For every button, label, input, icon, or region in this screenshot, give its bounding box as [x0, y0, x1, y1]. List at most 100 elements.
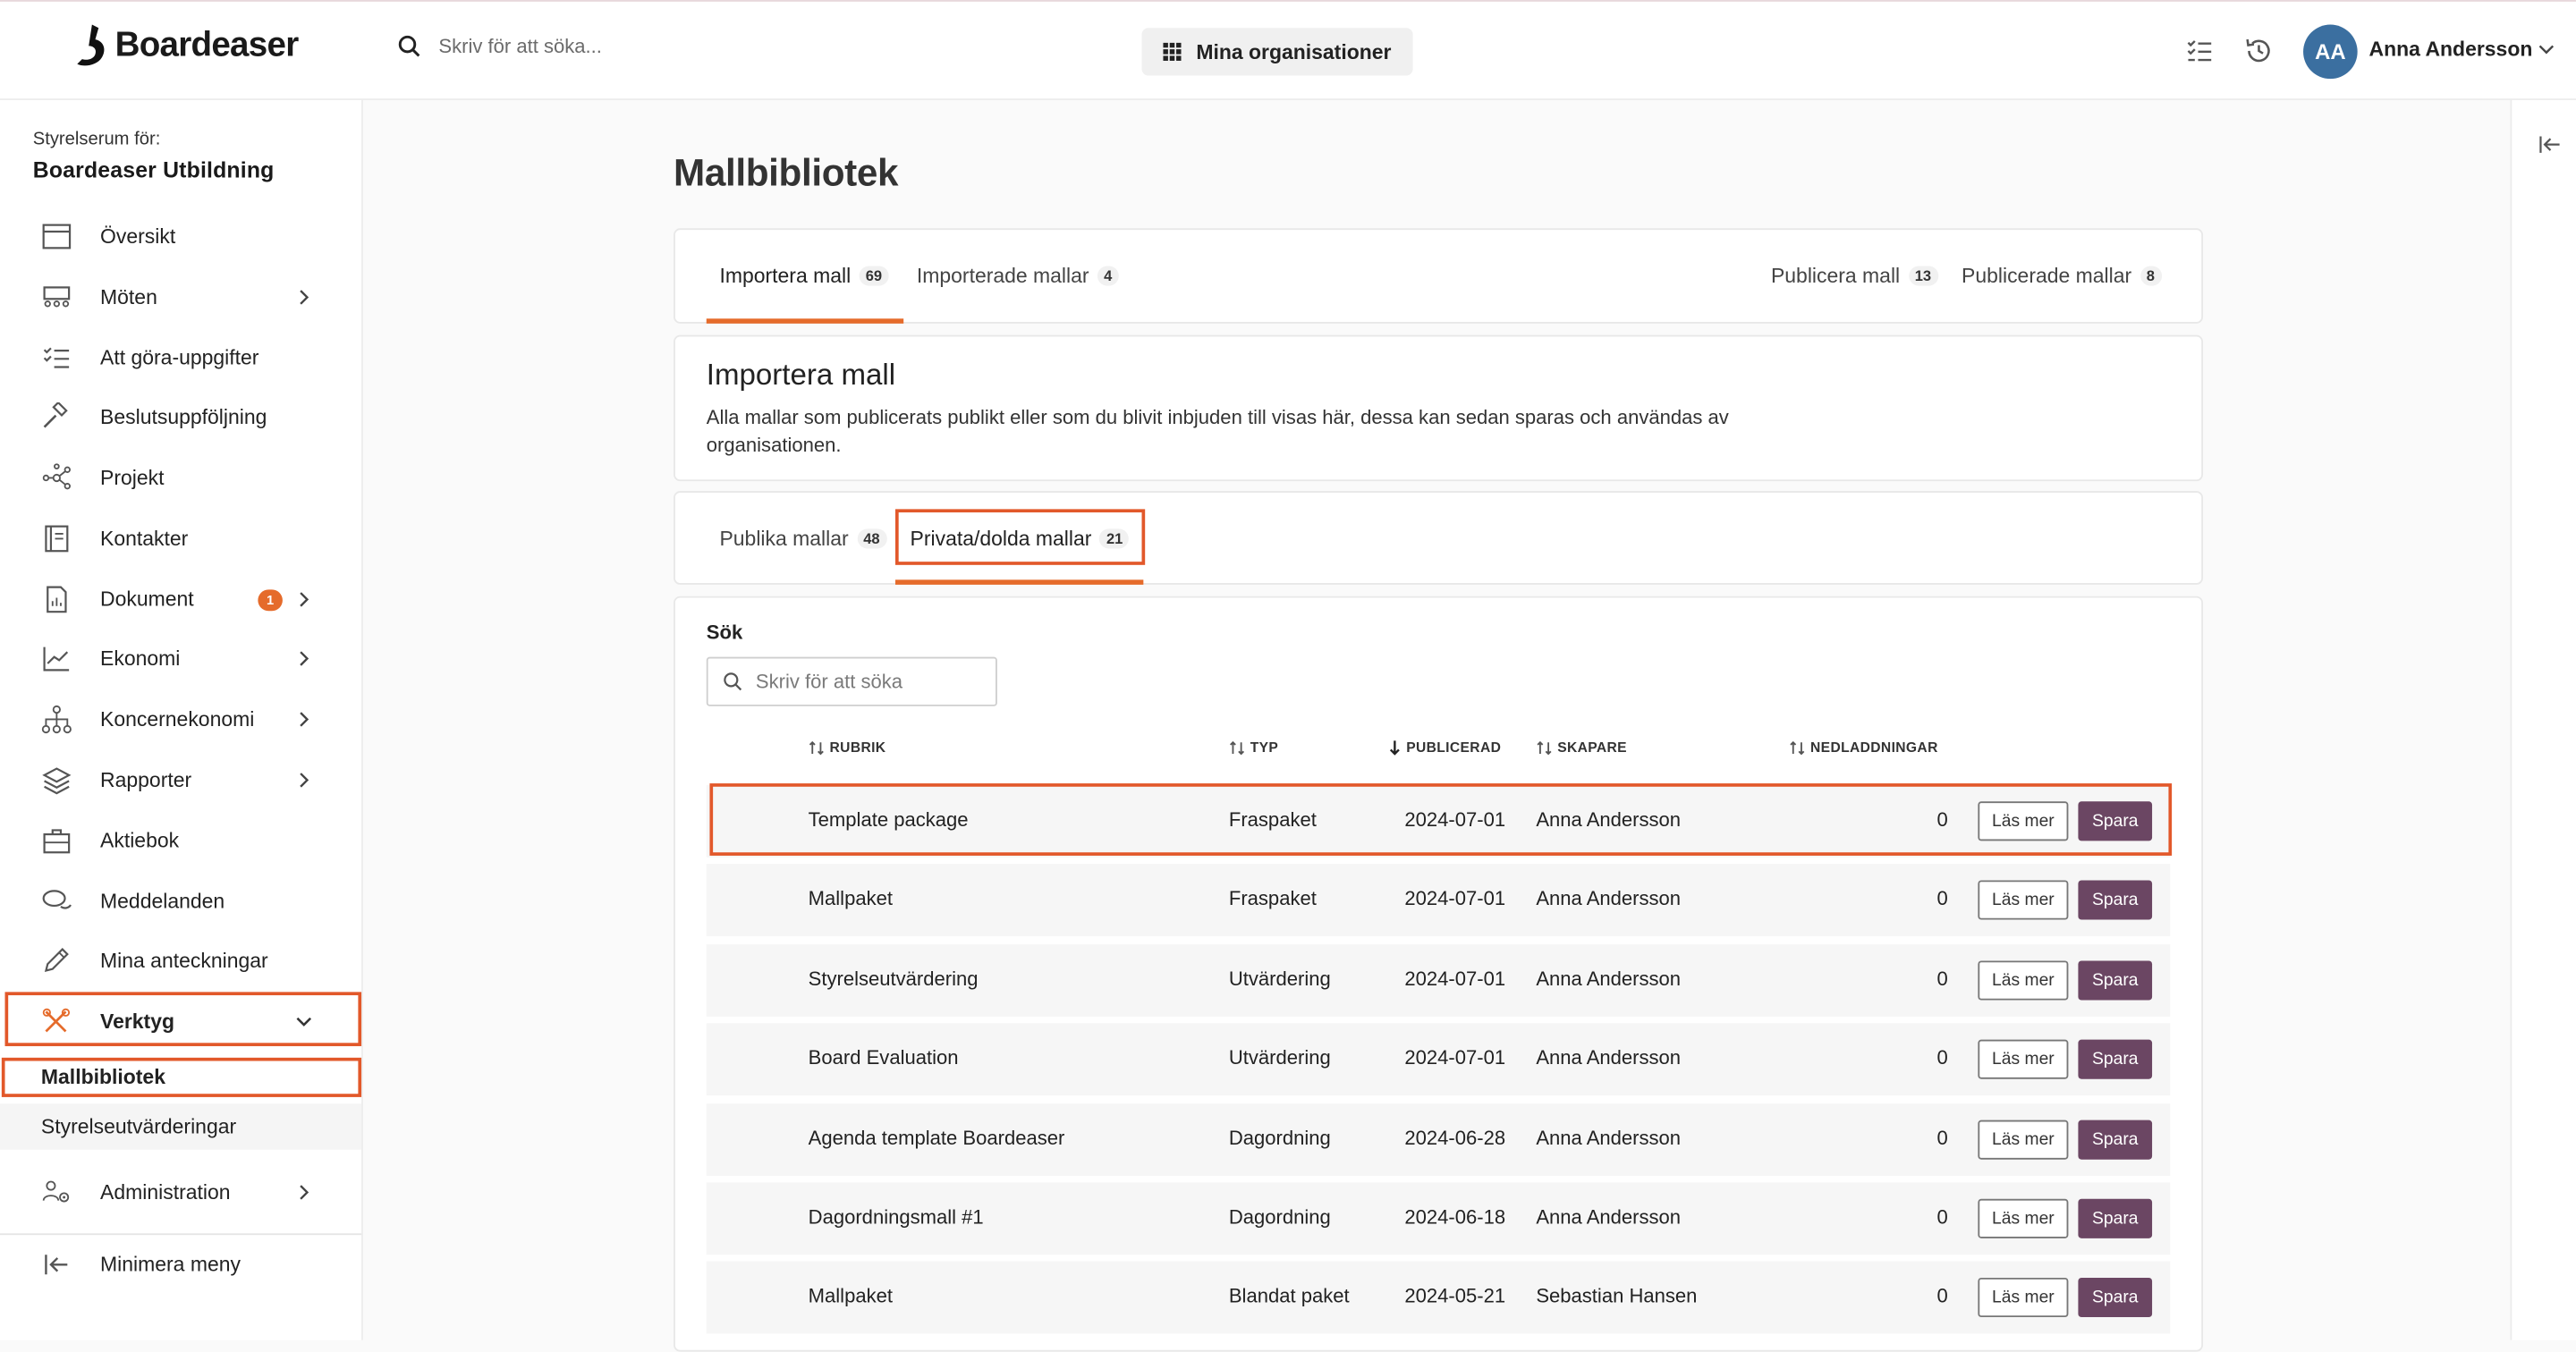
sidebar-item-rapporter[interactable]: Rapporter [0, 750, 361, 809]
cell-title: Styrelseutvärdering [808, 967, 979, 991]
read-more-button[interactable]: Läs mer [1978, 1198, 2069, 1238]
tab-publicera-mall[interactable]: Publicera mall 13 [1771, 230, 1938, 322]
sort-icon [1537, 739, 1552, 755]
chevron-down-icon[interactable] [2537, 39, 2556, 59]
chevron-right-icon [300, 773, 309, 788]
sidebar-item-dokument[interactable]: Dokument 1 [0, 570, 361, 629]
cell-type: Fraspaket [1228, 886, 1317, 910]
table-row: Dagordningsmall #1 Dagordning 2024-06-18 An… [706, 1182, 2171, 1255]
sidebar-item-meddelanden[interactable]: Meddelanden [0, 872, 361, 931]
chevron-right-icon [300, 1185, 309, 1200]
cell-downloads: 0 [1936, 1126, 1948, 1150]
column-header-skapare[interactable]: SKAPARE [1536, 739, 1627, 756]
highlight-box-mallbibliotek [1, 1057, 362, 1097]
logo-text: Boardeaser [114, 26, 300, 64]
sidebar-item-beslutsuppfoljning[interactable]: Beslutsuppföljning [0, 387, 361, 446]
cell-creator: Anna Andersson [1536, 1126, 1682, 1150]
tab-importerade-mallar[interactable]: Importerade mallar 4 [917, 230, 1119, 322]
save-button[interactable]: Spara [2078, 1198, 2153, 1238]
top-bar: Boardeaser Skriv för att söka... Mina or… [0, 0, 2576, 101]
tab-count: 48 [856, 528, 886, 548]
calendar-icon [42, 224, 72, 249]
save-button[interactable]: Spara [2078, 1277, 2153, 1318]
column-header-nedladdningar[interactable]: NEDLADDNINGAR [1789, 739, 1938, 756]
sub-tabs: Publika mallar 48 Privata/dolda mallar 2… [674, 491, 2204, 585]
read-more-button[interactable]: Läs mer [1978, 1120, 2069, 1160]
sidebar-item-label: Möten [100, 285, 157, 309]
logo[interactable]: Boardeaser [72, 23, 299, 69]
layers-icon [42, 767, 72, 795]
sidebar-subitem-styrelseutvarderingar[interactable]: Styrelseutvärderingar [0, 1103, 362, 1150]
document-icon [47, 586, 67, 613]
hierarchy-icon [41, 705, 72, 734]
read-more-button[interactable]: Läs mer [1978, 960, 2069, 1001]
task-list-icon[interactable] [2185, 36, 2215, 65]
global-search-input[interactable]: Skriv för att söka... [438, 35, 602, 58]
read-more-button[interactable]: Läs mer [1978, 880, 2069, 920]
sidebar-item-projekt[interactable]: Projekt [0, 448, 361, 507]
sidebar-item-kontakter[interactable]: Kontakter [0, 509, 361, 568]
table-row: Agenda template Boardeaser Dagordning 2024… [706, 1103, 2171, 1177]
cell-creator: Anna Andersson [1536, 1045, 1682, 1069]
sort-descending-icon [1389, 740, 1400, 756]
history-icon[interactable] [2244, 36, 2274, 65]
cell-published: 2024-07-01 [1404, 967, 1506, 991]
sidebar-item-mina-anteckningar[interactable]: Mina anteckningar [0, 931, 361, 990]
notification-badge: 1 [258, 589, 283, 612]
my-organisations-button[interactable]: Mina organisationer [1141, 28, 1413, 76]
sidebar-item-moten[interactable]: Möten [0, 267, 361, 326]
tab-count: 4 [1097, 266, 1119, 286]
save-button[interactable]: Spara [2078, 960, 2153, 1001]
tab-label: Publika mallar [719, 526, 849, 550]
cell-downloads: 0 [1936, 1205, 1948, 1229]
section-description: Alla mallar som publicerats publikt elle… [706, 405, 1729, 457]
save-button[interactable]: Spara [2078, 1120, 2153, 1160]
sidebar-item-label: Rapporter [100, 768, 192, 792]
tab-publicerade-mallar[interactable]: Publicerade mallar 8 [1962, 230, 2162, 322]
sidebar-item-oversikt[interactable]: Översikt [0, 207, 361, 266]
sidebar-item-aktiebok[interactable]: Aktiebok [0, 811, 361, 870]
minimize-menu-button[interactable]: Minimera meny [0, 1235, 361, 1294]
network-icon [42, 463, 71, 490]
sidebar-item-label: Koncernekonomi [100, 707, 255, 731]
user-name[interactable]: Anna Andersson [2369, 38, 2533, 61]
my-organisations-label: Mina organisationer [1196, 39, 1392, 63]
cell-downloads: 0 [1936, 1045, 1948, 1069]
global-search[interactable]: Skriv för att söka... [397, 35, 602, 58]
column-header-publicerad[interactable]: PUBLICERAD [1388, 739, 1501, 756]
highlight-box-privata [895, 509, 1146, 565]
sidebar-item-ekonomi[interactable]: Ekonomi [0, 629, 361, 688]
sidebar-item-label: Mina anteckningar [100, 949, 268, 973]
tab-importera-mall[interactable]: Importera mall 69 [719, 230, 889, 322]
save-button[interactable]: Spara [2078, 880, 2153, 920]
active-tab-indicator [895, 579, 1144, 585]
cell-title: Agenda template Boardeaser [808, 1126, 1065, 1150]
sidebar-item-administration[interactable]: Administration [0, 1162, 361, 1221]
avatar[interactable]: AA [2303, 24, 2358, 80]
sidebar-item-att-gora[interactable]: Att göra-uppgifter [0, 328, 361, 387]
search-icon [724, 672, 742, 691]
active-tab-indicator [706, 318, 904, 324]
sidebar-item-label: Projekt [100, 466, 165, 490]
page-title: Mallbibliotek [674, 150, 899, 194]
chevron-right-icon [300, 592, 309, 607]
column-header-rubrik[interactable]: RUBRIK [809, 739, 886, 756]
tab-publika-mallar[interactable]: Publika mallar 48 [719, 493, 886, 583]
chevron-right-icon [300, 712, 309, 727]
table-row: Board Evaluation Utvärdering 2024-07-01 Ann… [706, 1023, 2171, 1096]
collapse-left-icon[interactable] [2538, 133, 2562, 156]
chat-icon [42, 890, 72, 909]
tab-count: 69 [859, 266, 889, 286]
cell-creator: Anna Andersson [1536, 886, 1682, 910]
save-button[interactable]: Spara [2078, 1039, 2153, 1079]
column-header-typ[interactable]: TYP [1229, 739, 1278, 756]
cell-type: Utvärdering [1228, 1045, 1331, 1069]
column-header-label: SKAPARE [1557, 739, 1627, 756]
cell-title: Board Evaluation [808, 1045, 959, 1069]
template-search-input[interactable]: Skriv för att söka [706, 656, 997, 706]
collapse-left-icon [45, 1255, 68, 1275]
sidebar-item-koncernekonomi[interactable]: Koncernekonomi [0, 689, 361, 748]
read-more-button[interactable]: Läs mer [1978, 1277, 2069, 1318]
read-more-button[interactable]: Läs mer [1978, 1039, 2069, 1079]
sidebar-subitem-label: Styrelseutvärderingar [40, 1115, 237, 1138]
